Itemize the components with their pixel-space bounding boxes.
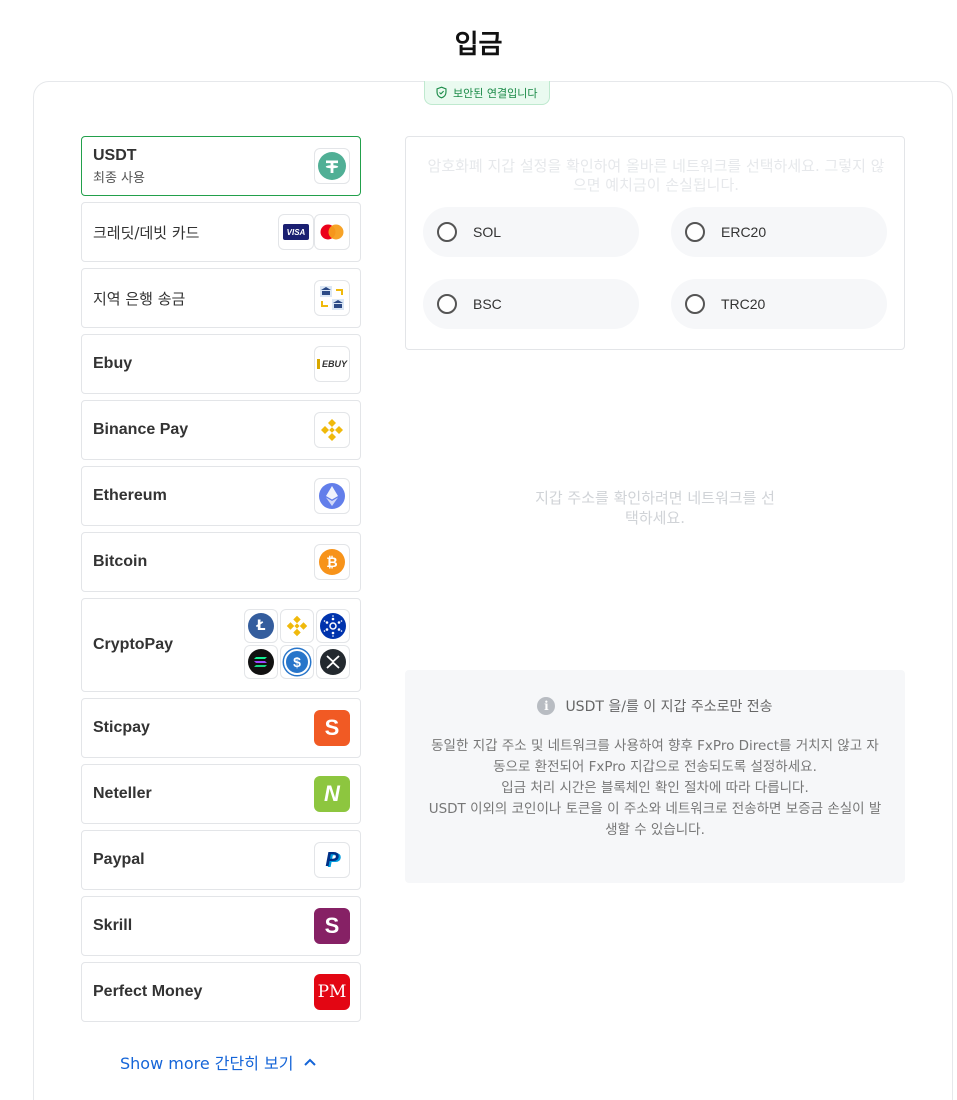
tether-icon — [318, 152, 346, 180]
method-binance-pay[interactable]: Binance Pay — [81, 400, 361, 460]
sticpay-icon: S — [314, 710, 350, 746]
ethereum-icon — [319, 483, 345, 509]
network-selector: 암호화폐 지갑 설정을 확인하여 올바른 네트워크를 선택하세요. 그렇지 않으… — [405, 136, 905, 350]
secure-connection-badge: 보안된 연결입니다 — [424, 81, 551, 105]
show-more-button[interactable]: Show more 간단히 보기 — [120, 1050, 317, 1074]
perfect-money-icon: PM — [314, 974, 350, 1010]
method-sticpay[interactable]: Sticpay S — [81, 698, 361, 758]
radio-button[interactable] — [685, 222, 705, 242]
network-option-bsc[interactable]: BSC — [423, 279, 639, 329]
method-perfect-money[interactable]: Perfect Money PM — [81, 962, 361, 1022]
network-option-label: ERC20 — [721, 224, 767, 240]
method-card[interactable]: 크레딧/데빗 카드 VISA — [81, 202, 361, 262]
method-bank[interactable]: 지역 은행 송금 — [81, 268, 361, 328]
show-more-label: Show more 간단히 보기 — [120, 1054, 294, 1073]
info-title-text: USDT 을/를 이 지갑 주소로만 전송 — [565, 699, 773, 715]
method-label: USDT — [93, 146, 137, 164]
page-title: 입금 — [454, 30, 503, 60]
method-sublabel: 최종 사용 — [93, 170, 145, 186]
bitcoin-icon: ₿ — [319, 549, 345, 575]
method-ethereum[interactable]: Ethereum — [81, 466, 361, 526]
method-label: Ethereum — [93, 487, 167, 504]
secure-badge-text: 보안된 연결입니다 — [453, 86, 538, 100]
network-option-trc20[interactable]: TRC20 — [671, 279, 887, 329]
cardano-icon — [320, 613, 346, 639]
method-label: CryptoPay — [93, 636, 174, 653]
network-option-label: SOL — [473, 224, 502, 240]
visa-icon: VISA — [283, 224, 309, 240]
binance-icon — [286, 615, 308, 637]
method-skrill[interactable]: Skrill S — [81, 896, 361, 956]
method-label: Perfect Money — [93, 983, 203, 1000]
method-ebuy[interactable]: Ebuy EBUY — [81, 334, 361, 394]
usdc-icon: $ — [284, 649, 310, 675]
neteller-icon: N — [314, 776, 350, 812]
info-line: USDT 이외의 코인이나 토큰을 이 주소와 네트워크로 전송하면 보증금 손… — [428, 801, 882, 838]
litecoin-icon: Ł — [248, 613, 274, 639]
ebuy-icon: EBUY — [316, 359, 347, 369]
method-label: Sticpay — [93, 719, 150, 736]
info-body: 동일한 지갑 주소 및 네트워크를 사용하여 향후 FxPro Direct를 … — [425, 736, 885, 841]
method-label: Binance Pay — [93, 421, 189, 438]
method-label: Bitcoin — [93, 553, 148, 570]
network-option-label: TRC20 — [721, 296, 766, 312]
method-label: Ebuy — [93, 355, 133, 372]
xrp-icon — [320, 649, 346, 675]
skrill-icon: S — [314, 908, 350, 944]
shield-check-icon — [436, 86, 447, 99]
info-icon: i — [537, 697, 556, 715]
deposit-info-box: i USDT 을/를 이 지갑 주소로만 전송 동일한 지갑 주소 및 네트워크… — [405, 670, 905, 883]
network-option-sol[interactable]: SOL — [423, 207, 639, 257]
radio-button[interactable] — [685, 294, 705, 314]
wallet-address-placeholder: 지갑 주소를 확인하려면 네트워크를 선택하세요. — [535, 489, 775, 527]
method-cryptopay[interactable]: CryptoPay Ł $ — [81, 598, 361, 692]
mastercard-icon — [320, 224, 344, 240]
method-bitcoin[interactable]: Bitcoin ₿ — [81, 532, 361, 592]
method-paypal[interactable]: Paypal P — [81, 830, 361, 890]
binance-icon — [321, 419, 343, 441]
method-label: Neteller — [93, 785, 152, 802]
info-title: i USDT 을/를 이 지갑 주소로만 전송 — [405, 696, 905, 716]
info-line: 입금 처리 시간은 블록체인 확인 절차에 따라 다릅니다. — [501, 780, 809, 796]
network-warning-text: 암호화폐 지갑 설정을 확인하여 올바른 네트워크를 선택하세요. 그렇지 않으… — [427, 157, 885, 194]
radio-button[interactable] — [437, 294, 457, 314]
info-line: 동일한 지갑 주소 및 네트워크를 사용하여 향후 FxPro Direct를 … — [431, 738, 879, 775]
method-neteller[interactable]: Neteller N — [81, 764, 361, 824]
method-label: Skrill — [93, 917, 133, 934]
method-label: Paypal — [93, 851, 145, 868]
bank-transfer-icon — [320, 286, 344, 310]
chevron-up-icon — [304, 1058, 317, 1066]
method-usdt[interactable]: USDT 최종 사용 — [81, 136, 361, 196]
solana-icon — [248, 649, 274, 675]
network-option-label: BSC — [473, 296, 502, 312]
paypal-icon: P — [325, 848, 339, 871]
network-option-erc20[interactable]: ERC20 — [671, 207, 887, 257]
payment-method-list: USDT 최종 사용 크레딧/데빗 카드 VISA 지역 은행 송금 Ebuy … — [81, 136, 361, 1028]
radio-button[interactable] — [437, 222, 457, 242]
method-label: 크레딧/데빗 카드 — [93, 223, 200, 242]
method-label: 지역 은행 송금 — [93, 289, 186, 308]
